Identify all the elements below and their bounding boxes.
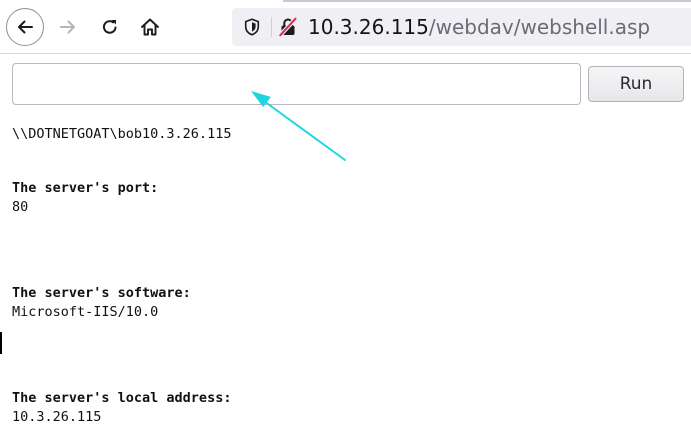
arrow-left-icon — [18, 20, 33, 34]
arrow-right-icon — [60, 20, 75, 34]
port-label: The server's port: — [12, 180, 159, 196]
software-label: The server's software: — [12, 285, 191, 301]
local-address-value: 10.3.26.115 — [12, 409, 102, 425]
software-value: Microsoft-IIS/10.0 — [12, 304, 159, 320]
forward-button[interactable] — [54, 9, 82, 45]
address-bar[interactable]: 10.3.26.115/webdav/webshell.asp — [232, 8, 691, 46]
back-button[interactable] — [6, 8, 44, 46]
run-button[interactable]: Run — [588, 66, 684, 102]
tab-strip-edge — [283, 0, 691, 2]
port-value: 80 — [12, 199, 29, 215]
insecure-lock-icon[interactable] — [278, 17, 298, 37]
url-text[interactable]: 10.3.26.115/webdav/webshell.asp — [308, 14, 650, 40]
command-input[interactable] — [12, 63, 581, 105]
home-icon — [141, 18, 159, 36]
identity-output: \\DOTNETGOAT\bob10.3.26.115 — [12, 126, 232, 142]
url-host: 10.3.26.115 — [308, 15, 429, 39]
local-address-label: The server's local address: — [12, 390, 232, 406]
shield-icon[interactable] — [244, 18, 260, 36]
url-path: /webdav/webshell.asp — [428, 15, 651, 39]
reload-button[interactable] — [96, 9, 124, 45]
browser-toolbar: 10.3.26.115/webdav/webshell.asp — [0, 0, 691, 54]
address-bar-separator — [271, 17, 272, 37]
text-cursor — [0, 332, 2, 354]
home-button[interactable] — [135, 9, 165, 45]
reload-icon — [102, 20, 117, 34]
